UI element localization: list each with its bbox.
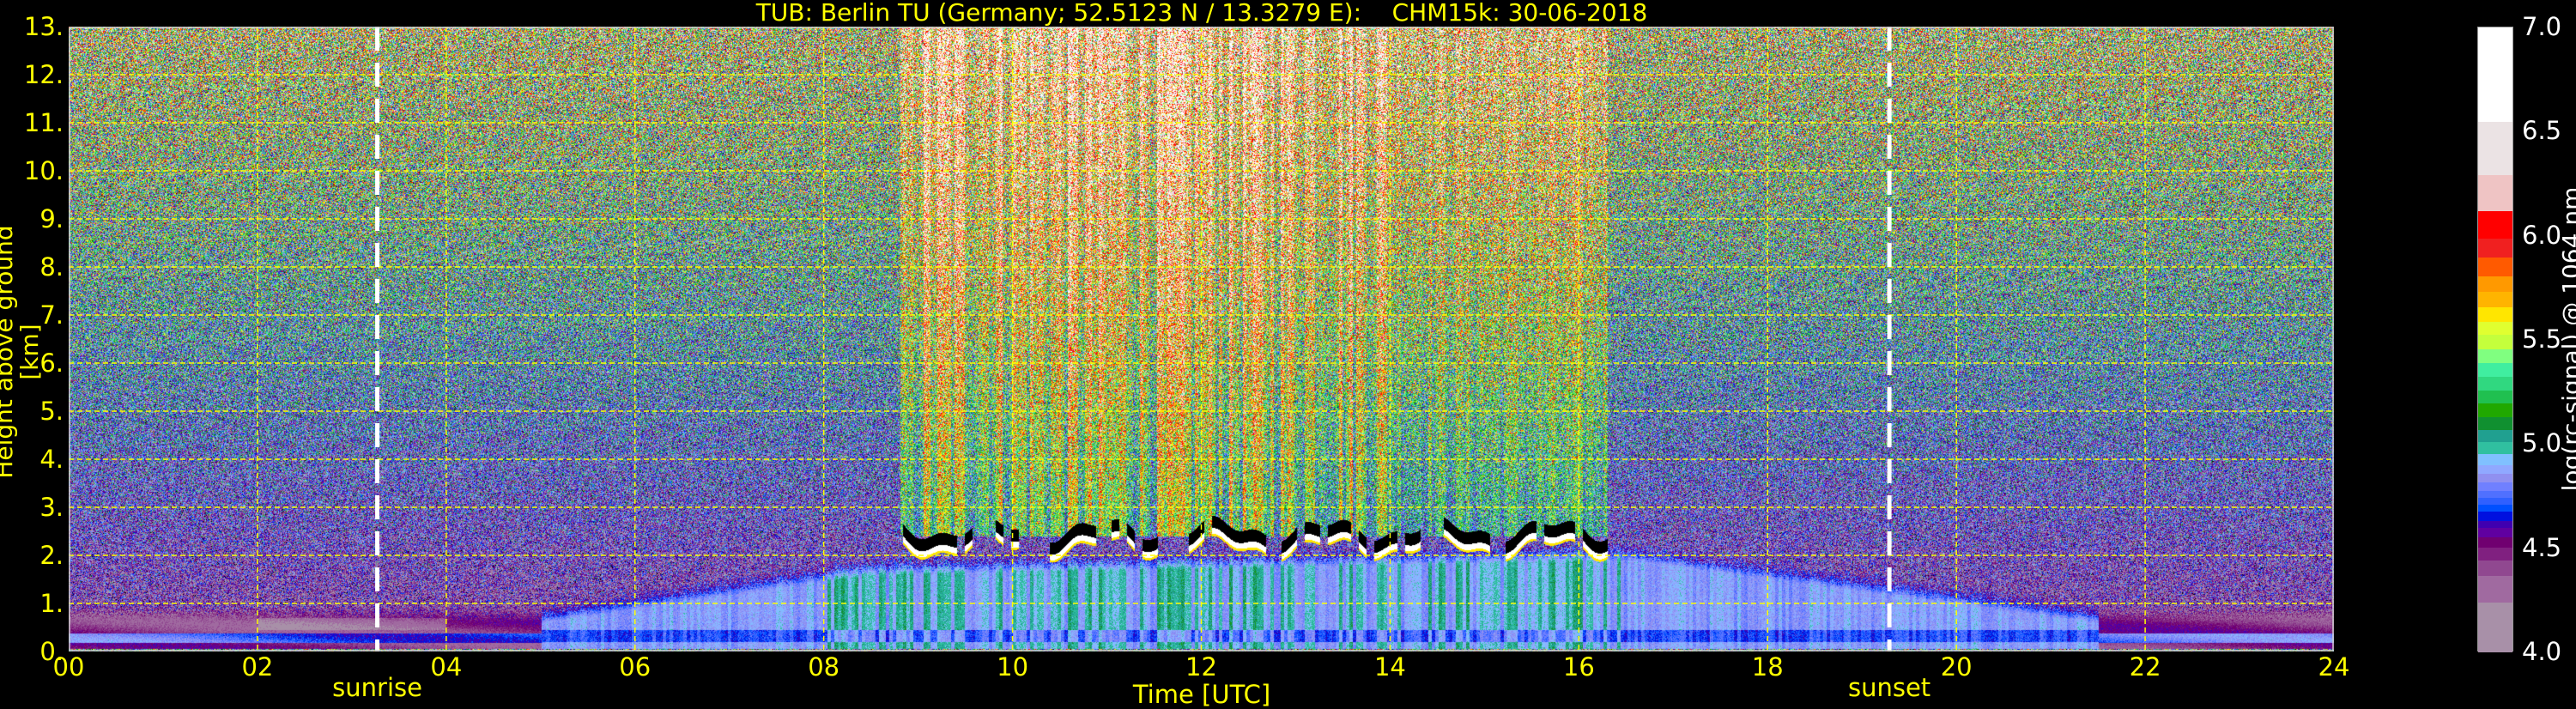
- colorbar-bin: [2478, 464, 2512, 475]
- x-tick-label: 18: [1751, 652, 1784, 682]
- x-tick-label: 08: [808, 652, 840, 682]
- colorbar-bin: [2478, 490, 2512, 499]
- x-tick-label: 10: [997, 652, 1029, 682]
- colorbar-tick-label: 5.5: [2522, 324, 2562, 354]
- colorbar-tick-label: 7.0: [2522, 12, 2562, 41]
- colorbar-label: log(rc-signal) @ 1064 nm: [2557, 186, 2576, 492]
- colorbar-bin: [2478, 306, 2512, 322]
- colorbar-bin: [2478, 429, 2512, 443]
- colorbar-bin: [2478, 441, 2512, 455]
- colorbar-bin: [2478, 602, 2512, 653]
- y-tick-label: 2.: [39, 541, 64, 570]
- colorbar-bin: [2478, 276, 2512, 292]
- x-tick-label: 12: [1185, 652, 1217, 682]
- x-tick-label: 06: [619, 652, 652, 682]
- x-tick-label: 14: [1373, 652, 1406, 682]
- colorbar-bin: [2478, 362, 2512, 377]
- colorbar-bin: [2478, 376, 2512, 391]
- colorbar-bin: [2478, 527, 2512, 537]
- colorbar-tick-label: 5.0: [2522, 428, 2562, 458]
- x-tick-label: 16: [1562, 652, 1595, 682]
- colorbar-bin: [2478, 334, 2512, 349]
- y-tick-label: 13.: [23, 12, 64, 41]
- colorbar-bin: [2478, 257, 2512, 276]
- colorbar-bin: [2478, 403, 2512, 417]
- colorbar-bin: [2478, 547, 2512, 561]
- x-tick-label: 22: [2129, 652, 2161, 682]
- y-tick-label: 10.: [23, 156, 64, 185]
- x-tick-label: 00: [52, 652, 85, 682]
- colorbar-bin: [2478, 453, 2512, 465]
- colorbar-tick-label: 6.0: [2522, 220, 2562, 250]
- plot-area: [69, 27, 2334, 651]
- colorbar-tick-label: 6.5: [2522, 116, 2562, 146]
- colorbar-bin: [2478, 238, 2512, 258]
- colorbar-bin: [2478, 560, 2512, 577]
- colorbar-bin: [2478, 348, 2512, 363]
- x-tick-label: 02: [241, 652, 274, 682]
- colorbar-bin: [2478, 482, 2512, 491]
- colorbar-bin: [2478, 416, 2512, 431]
- colorbar-bin: [2478, 390, 2512, 404]
- colorbar-bin: [2478, 291, 2512, 308]
- colorbar-bin: [2478, 497, 2512, 506]
- colorbar-bin: [2478, 174, 2512, 212]
- y-tick-label: 1.: [39, 589, 64, 618]
- colorbar-bin: [2478, 321, 2512, 335]
- colorbar-bin: [2478, 210, 2512, 239]
- y-tick-label: 12.: [23, 60, 64, 89]
- colorbar-tick-label: 4.0: [2522, 637, 2562, 666]
- colorbar-bin: [2478, 520, 2512, 529]
- colorbar: [2477, 27, 2513, 653]
- sunrise-label: sunrise: [332, 673, 422, 702]
- colorbar-bin: [2478, 536, 2512, 548]
- sunset-label: sunset: [1847, 673, 1931, 702]
- colorbar-bin: [2478, 121, 2512, 175]
- plot-overlay: [69, 27, 2334, 651]
- colorbar-bin: [2478, 27, 2512, 122]
- colorbar-bin: [2478, 473, 2512, 483]
- y-tick-label: 11.: [23, 108, 64, 137]
- x-tick-label: 24: [2318, 652, 2350, 682]
- colorbar-bin: [2478, 511, 2512, 521]
- colorbar-bin: [2478, 504, 2512, 512]
- colorbar-tick-label: 4.5: [2522, 532, 2562, 562]
- y-axis-label: Height above ground [km]: [0, 225, 44, 479]
- chart-title: TUB: Berlin TU (Germany; 52.5123 N / 13.…: [755, 0, 1648, 27]
- x-axis-label: Time [UTC]: [1132, 680, 1271, 709]
- colorbar-bin: [2478, 575, 2512, 603]
